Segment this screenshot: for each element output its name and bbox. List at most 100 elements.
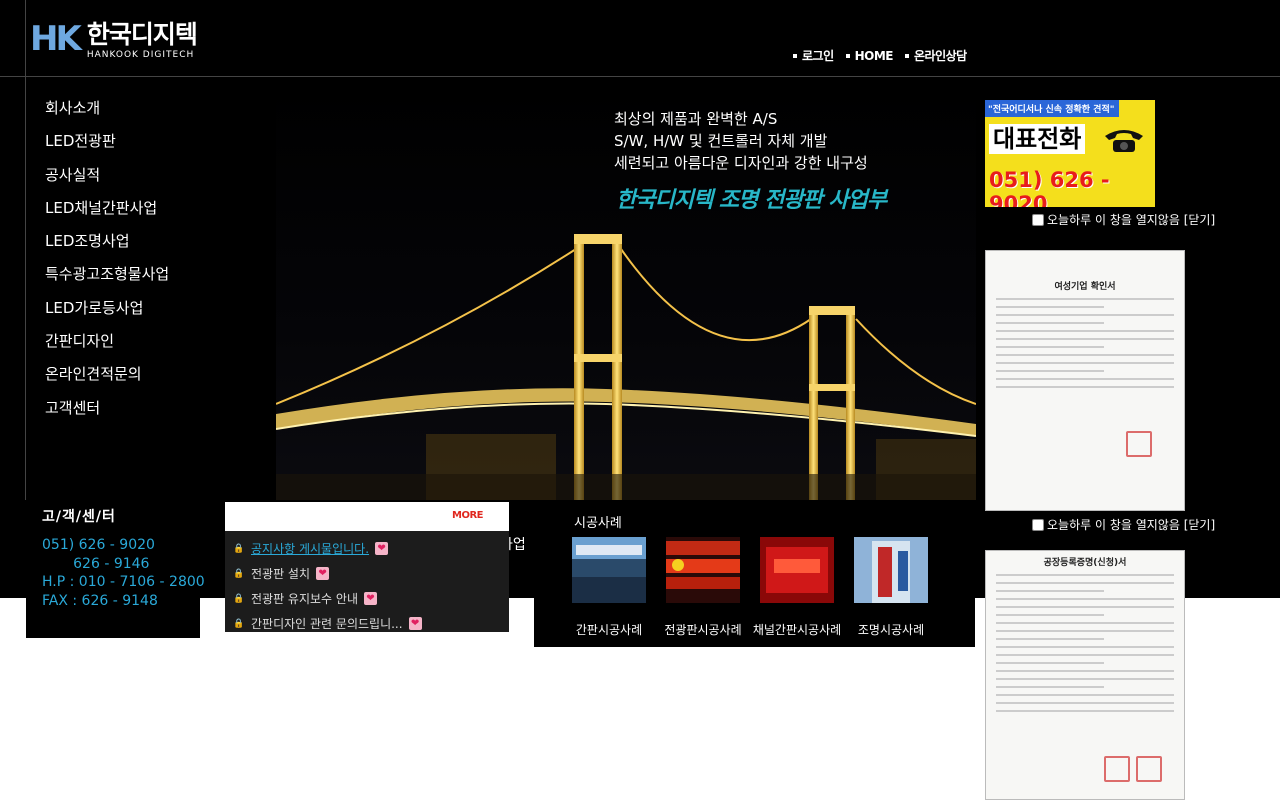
doc-line bbox=[996, 614, 1104, 616]
sidebar-item-streetlight[interactable]: LED가로등사업 bbox=[45, 297, 169, 330]
dont-show-checkbox[interactable] bbox=[1032, 213, 1044, 226]
sidebar-item-sculpture[interactable]: 특수광고조형물사업 bbox=[45, 263, 169, 296]
hero-line: 세련되고 아름다운 디자인과 강한 내구성 bbox=[614, 154, 868, 172]
sidebar-item-company[interactable]: 회사소개 bbox=[45, 97, 169, 130]
doc-line bbox=[996, 598, 1174, 600]
site-logo[interactable]: HK 한국디지텍 HANKOOK DIGITECH bbox=[30, 19, 198, 61]
sidebar-item-led-lighting[interactable]: LED조명사업 bbox=[45, 230, 169, 263]
factory-cert-popup[interactable]: 공장등록증명(신청)서 bbox=[985, 550, 1185, 800]
page: HK 한국디지텍 HANKOOK DIGITECH 로그인 HOME 온라인상담… bbox=[0, 0, 1280, 800]
list-item[interactable]: 🔒 전광판 설치 ❤ bbox=[225, 561, 509, 586]
more-link[interactable]: MORE bbox=[452, 510, 483, 521]
doc-line bbox=[996, 662, 1104, 664]
ad-label: 대표전화 bbox=[989, 124, 1086, 154]
sidebar-item-estimate[interactable]: 온라인견적문의 bbox=[45, 363, 169, 396]
customer-fax: FAX : 626 - 9148 bbox=[42, 592, 158, 609]
online-consult-label: 온라인상담 bbox=[914, 49, 967, 63]
doc-line bbox=[996, 654, 1174, 656]
customer-center: 고/객/센/터 051) 626 - 9020 626 - 9146 H.P :… bbox=[26, 502, 205, 638]
logo-mark: HK bbox=[30, 19, 82, 59]
logo-text: 한국디지텍 HANKOOK DIGITECH bbox=[86, 20, 198, 61]
doc-line bbox=[996, 622, 1174, 624]
home-link[interactable]: HOME bbox=[845, 47, 894, 64]
customer-phone-2: 626 - 9146 bbox=[42, 555, 150, 572]
sidebar-item-sign-design[interactable]: 간판디자인 bbox=[45, 330, 169, 363]
bullet-icon bbox=[845, 53, 850, 58]
list-item[interactable]: 🔒 공지사항 게시물입니다. ❤ bbox=[225, 536, 509, 561]
new-icon: ❤ bbox=[316, 567, 330, 580]
logo-name: 한국디지텍 bbox=[86, 20, 198, 49]
doc-title: 공장등록증명(신청)서 bbox=[1043, 558, 1127, 568]
header-divider bbox=[0, 76, 1280, 77]
doc-line bbox=[996, 370, 1104, 372]
popup-close-label[interactable]: 오늘하루 이 창을 열지않음 [닫기] bbox=[1047, 516, 1215, 533]
doc-line bbox=[996, 306, 1104, 308]
doc-line bbox=[996, 678, 1174, 680]
list-item[interactable]: 🔒 간판디자인 관련 문의드립니... ❤ bbox=[225, 611, 509, 636]
notice-list: 🔒 공지사항 게시물입니다. ❤ 🔒 전광판 설치 ❤ 🔒 전광판 유지보수 안… bbox=[225, 531, 509, 636]
popup-close-row: 오늘하루 이 창을 열지않음 [닫기] bbox=[1032, 211, 1215, 228]
hero-banner: 최상의 제품과 완벽한 A/S S/W, H/W 및 컨트롤러 자체 개발 세련… bbox=[276, 84, 976, 500]
doc-line bbox=[996, 322, 1104, 324]
doc-title: 여성기업 확인서 bbox=[1054, 282, 1116, 292]
notice-header: MORE bbox=[225, 502, 509, 531]
doc-line bbox=[996, 606, 1174, 608]
ad-phone: 051) 626 - 9020 bbox=[989, 168, 1110, 207]
doc-line bbox=[996, 338, 1174, 340]
doc-line bbox=[996, 582, 1174, 584]
hero-copy: 최상의 제품과 완벽한 A/S S/W, H/W 및 컨트롤러 자체 개발 세련… bbox=[614, 108, 868, 174]
home-label: HOME bbox=[854, 48, 894, 63]
stamp-icon bbox=[1104, 756, 1130, 782]
new-icon: ❤ bbox=[408, 617, 422, 630]
hero-line: 최상의 제품과 완벽한 A/S bbox=[614, 110, 778, 128]
sidebar-item-led-board[interactable]: LED전광판 bbox=[45, 130, 169, 163]
sidebar-item-construction[interactable]: 공사실적 bbox=[45, 164, 169, 197]
customer-phone: 051) 626 - 9020 bbox=[42, 537, 155, 553]
lock-icon: 🔒 bbox=[233, 568, 245, 579]
popup-close-row: 오늘하루 이 창을 열지않음 [닫기] bbox=[1032, 516, 1215, 533]
doc-line bbox=[996, 646, 1174, 648]
doc-line bbox=[996, 710, 1174, 712]
telephone-icon bbox=[1105, 130, 1143, 152]
doc-line bbox=[996, 590, 1104, 592]
doc-line bbox=[996, 330, 1174, 332]
customer-center-title: 고/객/센/터 bbox=[42, 509, 116, 525]
new-icon: ❤ bbox=[375, 542, 389, 555]
doc-line bbox=[996, 386, 1174, 388]
lock-icon: 🔒 bbox=[233, 543, 245, 554]
certificate-popup[interactable]: 여성기업 확인서 bbox=[985, 250, 1185, 511]
works-gallery: 시공사례 간판시공사례 전광판시공사례 채널간판시공사례 조명시공사례 bbox=[534, 504, 975, 647]
online-consult-link[interactable]: 온라인상담 bbox=[905, 47, 967, 64]
doc-line bbox=[996, 702, 1174, 704]
hero-line: S/W, H/W 및 컨트롤러 자체 개발 bbox=[614, 132, 828, 150]
doc-line bbox=[996, 378, 1174, 380]
notice-title[interactable]: 공지사항 게시물입니다. bbox=[251, 540, 369, 557]
popup-close-label[interactable]: 오늘하루 이 창을 열지않음 [닫기] bbox=[1047, 211, 1215, 228]
stamp-icon bbox=[1136, 756, 1162, 782]
login-link[interactable]: 로그인 bbox=[793, 47, 834, 64]
lock-icon: 🔒 bbox=[233, 593, 245, 604]
customer-mobile: H.P : 010 - 7106 - 2800 bbox=[42, 574, 205, 590]
hero-slogan: 한국디지텍 조명 전광판 사업부 bbox=[616, 188, 887, 213]
notice-title[interactable]: 전광판 유지보수 안내 bbox=[251, 590, 358, 607]
works-thumbnail[interactable] bbox=[572, 537, 646, 603]
new-icon: ❤ bbox=[364, 592, 377, 605]
notice-board: MORE 🔒 공지사항 게시물입니다. ❤ 🔒 전광판 설치 ❤ 🔒 전광판 유… bbox=[225, 502, 509, 632]
phone-ad-popup[interactable]: "전국어디서나 신속 정확한 견적" 대표전화 051) 626 - 9020 bbox=[985, 100, 1155, 207]
bullet-icon bbox=[905, 53, 910, 58]
works-thumbnail[interactable] bbox=[666, 537, 740, 603]
doc-line bbox=[996, 346, 1104, 348]
notice-title[interactable]: 간판디자인 관련 문의드립니... bbox=[251, 615, 403, 632]
works-thumbnail[interactable] bbox=[854, 537, 928, 603]
notice-title[interactable]: 전광판 설치 bbox=[251, 565, 310, 582]
doc-line bbox=[996, 686, 1104, 688]
sidebar-item-support[interactable]: 고객센터 bbox=[45, 397, 169, 430]
bullet-icon bbox=[793, 53, 797, 58]
works-thumbnail[interactable] bbox=[760, 537, 834, 603]
list-item[interactable]: 🔒 전광판 유지보수 안내 ❤ bbox=[225, 586, 509, 611]
works-label[interactable]: 조명시공사례 bbox=[836, 621, 946, 638]
works-title: 시공사례 bbox=[574, 516, 622, 531]
sidebar-item-channel-sign[interactable]: LED채널간판사업 bbox=[45, 197, 169, 230]
dont-show-checkbox[interactable] bbox=[1032, 518, 1044, 531]
doc-line bbox=[996, 670, 1174, 672]
